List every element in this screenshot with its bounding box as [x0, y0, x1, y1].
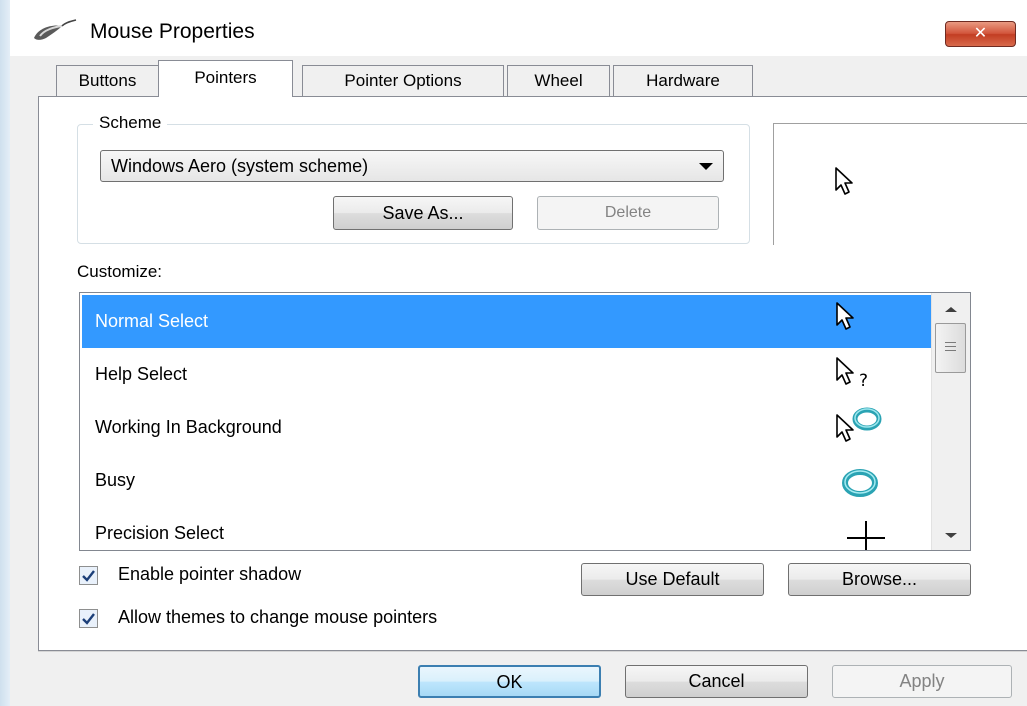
- grip-line: [945, 346, 956, 347]
- list-item-busy[interactable]: Busy: [82, 454, 931, 507]
- list-item-label: Working In Background: [95, 417, 282, 437]
- working-cursor-icon: [836, 407, 882, 442]
- grip-line: [945, 350, 956, 351]
- tab-wheel[interactable]: Wheel: [507, 65, 610, 96]
- list-item-precision-select[interactable]: Precision Select: [82, 507, 931, 550]
- list-scrollbar[interactable]: [931, 293, 970, 550]
- customize-label: Customize:: [77, 262, 163, 281]
- list-item-working-in-background[interactable]: Working In Background: [82, 401, 931, 454]
- chevron-down-icon: [699, 163, 713, 170]
- list-item-normal-select[interactable]: Normal Select: [82, 295, 931, 348]
- arrow-cursor-icon: [835, 167, 853, 195]
- ok-button[interactable]: OK: [418, 665, 601, 698]
- tab-buttons[interactable]: Buttons: [56, 65, 159, 96]
- window-title: Mouse Properties: [90, 20, 255, 43]
- mouse-icon: [34, 19, 77, 40]
- tab-pointer-options[interactable]: Pointer Options: [302, 65, 504, 96]
- list-item-help-select[interactable]: Help Select ?: [82, 348, 931, 401]
- checkmark-icon: [82, 613, 95, 625]
- list-item-label: Normal Select: [95, 311, 209, 331]
- apply-button[interactable]: Apply: [832, 665, 1012, 698]
- title-bar[interactable]: Mouse Properties: [10, 0, 1027, 56]
- list-item-label: Busy: [95, 470, 136, 490]
- scroll-up-icon[interactable]: [945, 307, 957, 312]
- busy-cursor-icon: [842, 469, 878, 497]
- scheme-dropdown-value: Windows Aero (system scheme): [111, 156, 369, 176]
- scroll-thumb[interactable]: [935, 323, 966, 373]
- help-cursor-icon: ?: [836, 357, 868, 391]
- tab-hardware[interactable]: Hardware: [613, 65, 753, 96]
- cancel-button[interactable]: Cancel: [625, 665, 808, 698]
- cursor-preview: [773, 123, 1027, 245]
- panel-bottom-edge: [38, 651, 1027, 652]
- tab-pointers[interactable]: Pointers: [158, 60, 293, 97]
- svg-text:?: ?: [859, 371, 868, 391]
- browse-button[interactable]: Browse...: [788, 563, 971, 596]
- arrow-cursor-icon: [836, 302, 854, 330]
- scroll-down-icon[interactable]: [945, 533, 957, 538]
- scheme-dropdown[interactable]: Windows Aero (system scheme): [100, 150, 724, 182]
- save-as-button[interactable]: Save As...: [333, 196, 513, 230]
- cursor-list[interactable]: Normal Select Help Select ? Working In B…: [79, 292, 971, 551]
- allow-themes-checkbox[interactable]: [79, 609, 98, 628]
- list-item-label: Help Select: [95, 364, 188, 384]
- enable-pointer-shadow-checkbox[interactable]: [79, 566, 98, 585]
- use-default-button[interactable]: Use Default: [581, 563, 764, 596]
- scheme-group-label: Scheme: [93, 113, 168, 133]
- allow-themes-label: Allow themes to change mouse pointers: [118, 607, 438, 627]
- checkmark-icon: [82, 570, 95, 582]
- delete-button[interactable]: Delete: [537, 196, 719, 230]
- close-icon: ✕: [973, 25, 988, 42]
- list-item-label: Precision Select: [95, 523, 225, 543]
- enable-pointer-shadow-label: Enable pointer shadow: [118, 564, 302, 584]
- close-button[interactable]: ✕: [945, 21, 1016, 47]
- window-left-frame: [0, 0, 10, 706]
- grip-line: [945, 342, 956, 343]
- crosshair-cursor-icon: [847, 521, 885, 550]
